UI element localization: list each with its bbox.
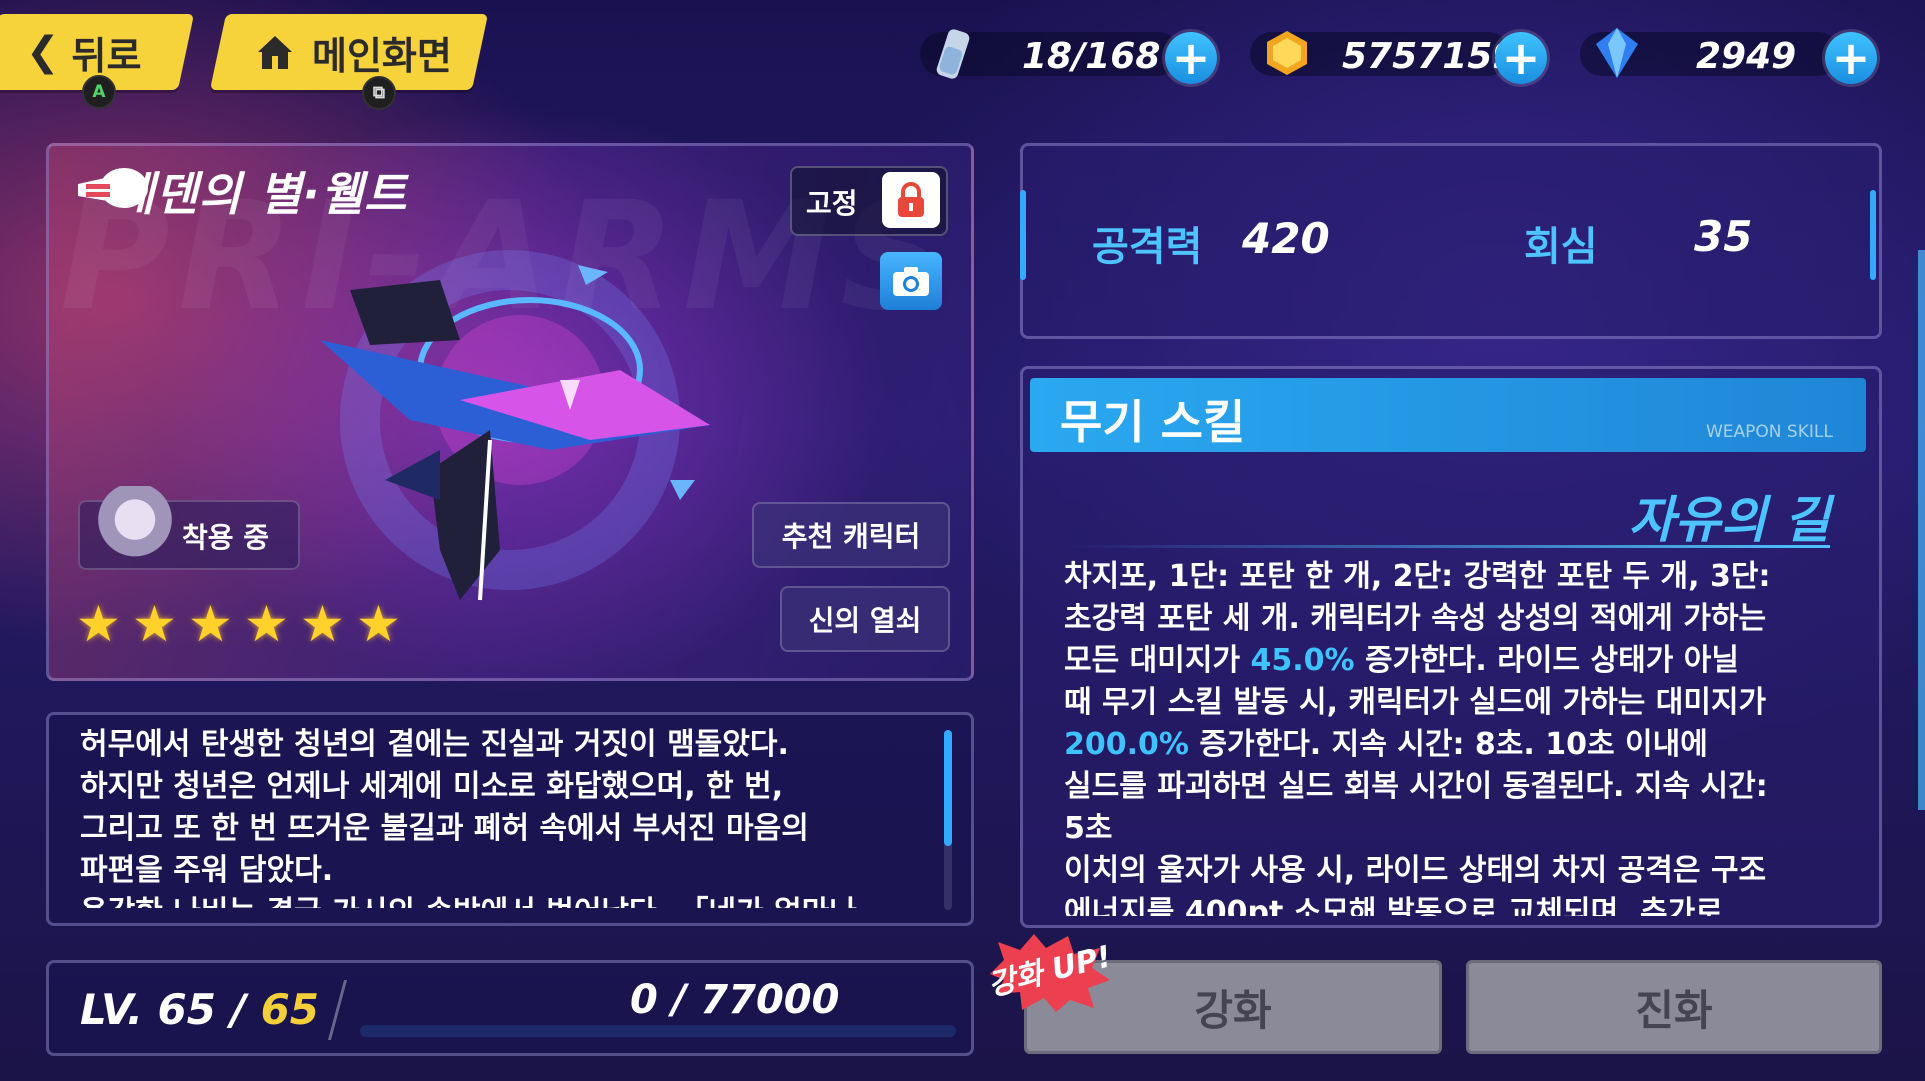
skill-highlight-value: 200.0% <box>1064 727 1189 762</box>
screenshot-button[interactable] <box>880 252 942 310</box>
skill-highlight-value: 45.0% <box>1250 643 1355 678</box>
recommended-characters-button[interactable]: 추천 캐릭터 <box>752 502 950 568</box>
skill-line: 모든 대미지가 45.0% 증가한다. 라이드 상태가 아닐 <box>1064 643 1739 678</box>
rarity-star-icon: ★ <box>356 595 401 653</box>
camera-icon <box>893 267 929 296</box>
gamepad-a-badge: A <box>82 75 116 109</box>
rarity-star-icon: ★ <box>300 595 345 653</box>
weapon-name: 에덴의 별·웰트 <box>112 167 408 221</box>
stamina-value: 18/168 <box>1022 36 1161 77</box>
lore-scrollbar[interactable] <box>944 730 952 846</box>
upgrade-label: 강화 <box>1194 985 1272 1035</box>
skill-line: 실드를 파괴하면 실드 회복 시간이 동결된다. 지속 시간: <box>1064 769 1768 804</box>
skill-line: 초강력 포탄 세 개. 캐릭터가 속성 상성의 적에게 가하는 <box>1064 601 1767 636</box>
weapon-skill-subtitle: WEAPON SKILL <box>1706 422 1833 442</box>
attack-label: 공격력 <box>1092 224 1203 270</box>
level-prefix: LV. <box>80 985 143 1034</box>
lore-line: 용감한 나비는 결국 가시의 속박에서 벗어났다. 「네가 얼마나 <box>80 892 920 908</box>
gamepad-view-badge: ⧉ <box>362 76 396 110</box>
crit-label: 회심 <box>1524 224 1598 270</box>
weapon-level: LV. 65 / 65 <box>80 985 319 1034</box>
skill-description[interactable]: 차지포, 1단: 포탄 한 개, 2단: 강력한 포탄 두 개, 3단: 초강력… <box>1064 556 1844 916</box>
exp-bar <box>360 1025 956 1037</box>
crystal-icon <box>1596 28 1638 78</box>
lock-icon <box>898 182 924 217</box>
skill-line: 때 무기 스킬 발동 시, 캐릭터가 실드에 가하는 대미지가 <box>1064 685 1767 720</box>
rarity-star-icon: ★ <box>132 595 177 653</box>
home-icon <box>258 36 292 69</box>
stamina-vial-icon <box>936 29 970 79</box>
skill-line: 200.0% 증가한다. 지속 시간: 8초. 10초 이내에 <box>1064 727 1708 762</box>
evolve-button[interactable]: 진화 <box>1466 960 1882 1054</box>
rarity-star-icon: ★ <box>188 595 233 653</box>
plus-icon: + <box>1831 31 1871 85</box>
gold-value: 5757159 <box>1342 36 1518 77</box>
stats-left-accent <box>1020 190 1026 280</box>
stats-right-accent <box>1870 190 1876 280</box>
rarity-star-icon: ★ <box>244 595 289 653</box>
rarity-stars: ★ ★ ★ ★ ★ ★ <box>76 595 404 653</box>
gods-key-button[interactable]: 신의 열쇠 <box>780 586 950 652</box>
plus-icon: + <box>1171 31 1211 85</box>
recommended-characters-label: 추천 캐릭터 <box>781 520 921 553</box>
weapon-lore-text[interactable]: 허무에서 탄생한 청년의 곁에는 진실과 거짓이 맴돌았다. 하지만 청년은 언… <box>80 724 920 908</box>
crit-value: 35 <box>1694 212 1753 261</box>
home-label: 메인화면 <box>312 33 452 78</box>
rarity-star-icon: ★ <box>76 595 121 653</box>
level-current: 65 <box>157 985 216 1034</box>
gold-coin-icon <box>1267 31 1307 75</box>
level-max: 65 <box>260 985 320 1034</box>
lore-line: 하지만 청년은 언제나 세계에 미소로 화답했으며, 한 번, <box>80 769 784 804</box>
skill-line: 차지포, 1단: 포탄 한 개, 2단: 강력한 포탄 두 개, 3단: <box>1064 559 1771 594</box>
attack-value: 420 <box>1242 214 1330 263</box>
lock-button[interactable] <box>882 172 940 228</box>
back-label: 뒤로 <box>71 33 142 78</box>
screen-edge-glow <box>1918 250 1925 810</box>
add-gold-button[interactable]: + <box>1495 31 1547 85</box>
equipped-label: 착용 중 <box>182 521 270 554</box>
skill-line: 에너지를 400pt 소모해 발동으로 교체되며, 추가로 <box>1064 895 1723 916</box>
weapon-artwork <box>320 250 710 601</box>
lore-line: 파편을 주워 담았다. <box>80 853 334 888</box>
skill-line: 이치의 율자가 사용 시, 라이드 상태의 차지 공격은 구조 <box>1064 853 1767 888</box>
skill-name: 자유의 길 <box>1628 491 1830 549</box>
chevron-left-icon: ❮ <box>26 29 60 75</box>
level-separator: / <box>230 985 246 1034</box>
home-button[interactable]: 메인화면 <box>209 14 489 90</box>
skill-line: 5초 <box>1064 811 1113 846</box>
lock-label: 고정 <box>806 187 858 220</box>
lore-line: 허무에서 탄생한 청년의 곁에는 진실과 거짓이 맴돌았다. <box>80 727 789 762</box>
crystal-value: 2949 <box>1696 36 1797 77</box>
add-crystal-button[interactable]: + <box>1825 31 1877 85</box>
plus-icon: + <box>1501 31 1541 85</box>
exp-value: 0 / 77000 <box>630 977 840 1023</box>
gods-key-label: 신의 열쇠 <box>808 604 922 637</box>
character-avatar <box>92 486 178 570</box>
add-stamina-button[interactable]: + <box>1165 31 1217 85</box>
evolve-label: 진화 <box>1635 985 1713 1035</box>
skill-name-underline <box>1064 545 1830 548</box>
weapon-skill-title: 무기 스킬 <box>1060 395 1246 449</box>
lore-line: 그리고 또 한 번 뜨거운 불길과 폐허 속에서 부서진 마음의 <box>80 811 809 846</box>
